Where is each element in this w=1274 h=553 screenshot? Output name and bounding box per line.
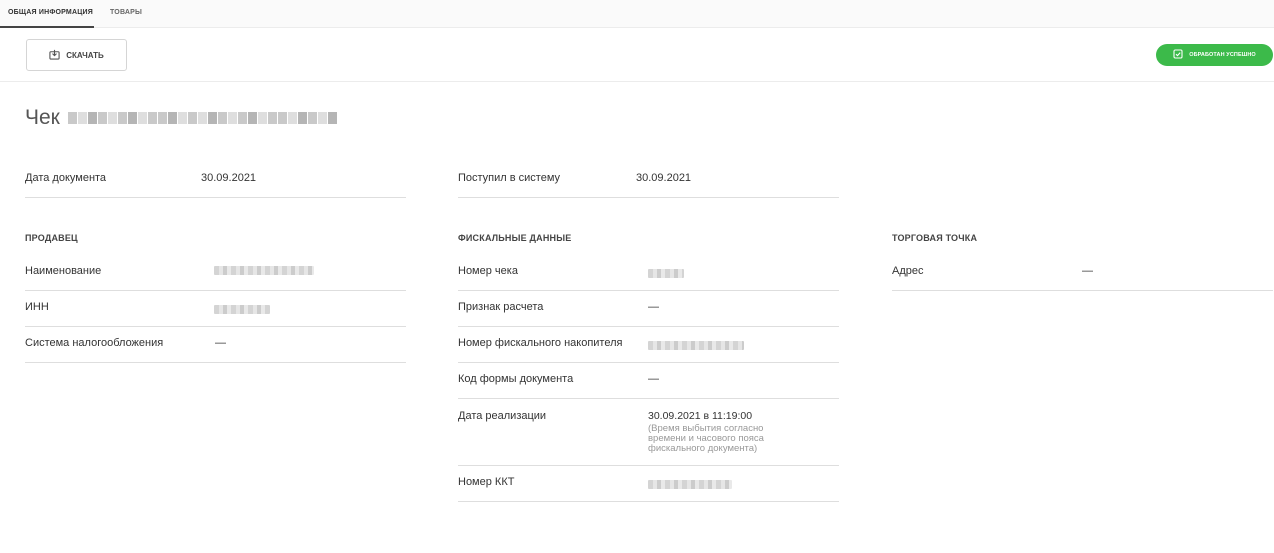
redacted-receipt-no — [648, 269, 684, 278]
receipt-number-field: Номер чека — [458, 255, 839, 291]
tab-goods[interactable]: ТОВАРЫ — [110, 0, 142, 28]
outlet-heading: ТОРГОВАЯ ТОЧКА — [892, 233, 978, 243]
toolbar: СКАЧАТЬ ОБРАБОТАН УСПЕШНО — [0, 28, 1274, 82]
received-label: Поступил в систему — [458, 172, 561, 184]
redacted-kkt — [648, 480, 732, 489]
kkt-field: Номер ККТ — [458, 466, 839, 502]
checkbox-check-icon — [1173, 49, 1183, 61]
seller-name-label: Наименование — [25, 265, 102, 277]
received-value: 30.09.2021 — [636, 172, 692, 184]
page-title-text: Чек — [25, 106, 60, 129]
status-badge: ОБРАБОТАН УСПЕШНО — [1156, 44, 1273, 66]
fiscal-storage-field: Номер фискального накопителя — [458, 327, 839, 363]
doc-date-label: Дата документа — [25, 172, 107, 184]
calc-sign-value: — — [648, 301, 659, 313]
download-button[interactable]: СКАЧАТЬ — [26, 39, 127, 71]
sale-date-label: Дата реализации — [458, 410, 547, 422]
seller-heading: ПРОДАВЕЦ — [25, 233, 78, 243]
calc-sign-field: Признак расчета — — [458, 291, 839, 327]
address-label: Адрес — [892, 265, 924, 277]
tax-system-label: Система налогообложения — [25, 337, 164, 349]
redacted-seller-inn — [214, 305, 270, 314]
doc-date-value: 30.09.2021 — [201, 172, 257, 184]
download-icon — [49, 49, 60, 62]
sale-date-note-line-3: фискального документа) — [648, 443, 758, 454]
kkt-label: Номер ККТ — [458, 476, 515, 488]
address-value: — — [1082, 265, 1093, 277]
form-code-label: Код формы документа — [458, 373, 574, 385]
tab-general-info[interactable]: ОБЩАЯ ИНФОРМАЦИЯ — [0, 0, 94, 28]
sale-date-value: 30.09.2021 в 11:19:00 — [648, 410, 753, 422]
form-code-value: — — [648, 373, 659, 385]
tax-system-field: Система налогообложения — — [25, 327, 406, 363]
redacted-fiscal-storage — [648, 341, 744, 350]
fiscal-heading: ФИСКАЛЬНЫЕ ДАННЫЕ — [458, 233, 572, 243]
download-button-label: СКАЧАТЬ — [66, 50, 104, 60]
doc-date-field: Дата документа 30.09.2021 — [25, 162, 406, 198]
tab-bar: ОБЩАЯ ИНФОРМАЦИЯ ТОВАРЫ — [0, 0, 1274, 28]
seller-name-field: Наименование — [25, 255, 406, 291]
page-title: Чек — [25, 106, 337, 130]
redacted-seller-name — [214, 266, 314, 275]
fiscal-storage-label: Номер фискального накопителя — [458, 337, 623, 349]
tax-system-value: — — [215, 337, 226, 349]
form-code-field: Код формы документа — — [458, 363, 839, 399]
redacted-receipt-number — [67, 111, 337, 125]
seller-inn-label: ИНН — [25, 301, 49, 313]
address-field: Адрес — — [892, 255, 1273, 291]
received-field: Поступил в систему 30.09.2021 — [458, 162, 839, 198]
status-label: ОБРАБОТАН УСПЕШНО — [1189, 52, 1256, 58]
sale-date-field: Дата реализации 30.09.2021 в 11:19:00 (В… — [458, 399, 839, 466]
calc-sign-label: Признак расчета — [458, 301, 544, 313]
receipt-number-label: Номер чека — [458, 265, 518, 277]
seller-inn-field: ИНН — [25, 291, 406, 327]
